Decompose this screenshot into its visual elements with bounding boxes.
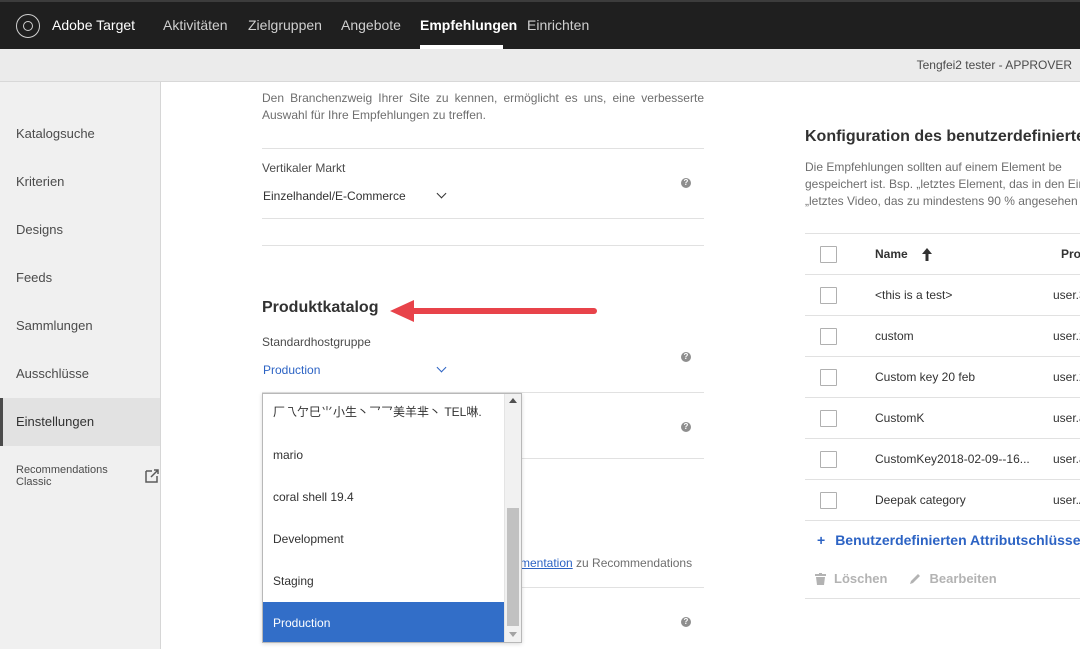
sort-ascending-icon[interactable]	[922, 248, 932, 262]
row-profile: user.a	[1053, 411, 1080, 425]
dropdown-option[interactable]: 厂乁亇巳⺌小生丶乛乛美羊芈丶 TEL啉.	[263, 394, 505, 432]
sidebar-item-kriterien[interactable]: Kriterien	[0, 158, 160, 206]
nav-item-einrichten[interactable]: Einrichten	[527, 17, 589, 33]
red-arrow-annotation	[390, 300, 597, 322]
custom-attributes-table: Name Pro <this is a test> user.3 custom …	[805, 233, 1080, 521]
hostgroup-select[interactable]: Production	[263, 363, 320, 377]
sidebar: Katalogsuche Kriterien Designs Feeds Sam…	[0, 82, 161, 649]
row-profile: user.a	[1053, 452, 1080, 466]
table-actions: Löschen Bearbeiten	[815, 571, 997, 586]
help-icon[interactable]: ?	[681, 422, 691, 432]
dropdown-option[interactable]: Development	[263, 518, 505, 560]
row-name: CustomK	[875, 411, 925, 425]
row-checkbox[interactable]	[820, 410, 837, 427]
hostgroup-dropdown-list[interactable]: 厂乁亇巳⺌小生丶乛乛美羊芈丶 TEL啉. mario coral shell 1…	[262, 393, 522, 643]
sidebar-item-katalogsuche[interactable]: Katalogsuche	[0, 110, 160, 158]
column-header-profile[interactable]: Pro	[1061, 247, 1080, 261]
dropdown-option[interactable]: Staging	[263, 560, 505, 602]
table-row[interactable]: Custom key 20 feb user.2	[805, 357, 1080, 398]
trash-icon	[815, 572, 826, 585]
top-navigation: Adobe Target Aktivitäten Zielgruppen Ang…	[0, 0, 1080, 49]
scrollbar-thumb[interactable]	[507, 508, 519, 626]
column-header-name[interactable]: Name	[875, 247, 908, 261]
row-profile: user.2	[1053, 329, 1080, 343]
documentation-suffix: zu Recommendations	[572, 556, 693, 570]
help-icon[interactable]: ?	[681, 178, 691, 188]
row-name: <this is a test>	[875, 288, 953, 302]
recommendations-classic-link[interactable]: Recommendations Classic	[16, 464, 160, 488]
description-line: Die Empfehlungen sollten auf einem Eleme…	[805, 160, 1062, 174]
delete-label: Löschen	[834, 571, 888, 586]
row-profile: user.2	[1053, 370, 1080, 384]
adobe-target-logo-icon[interactable]	[16, 14, 40, 38]
row-checkbox[interactable]	[820, 287, 837, 304]
sub-header: Tengfei2 tester - APPROVER	[0, 49, 1080, 82]
dropdown-option[interactable]: mario	[263, 434, 505, 476]
documentation-text: mentation zu Recommendations	[520, 556, 692, 570]
description-line: gespeichert ist. Bsp. „letztes Element, …	[805, 177, 1080, 191]
table-row[interactable]: custom user.2	[805, 316, 1080, 357]
dropdown-option-selected[interactable]: Production	[263, 602, 505, 642]
edit-button[interactable]: Bearbeiten	[909, 571, 997, 586]
dropdown-scrollbar[interactable]	[504, 394, 521, 642]
delete-button[interactable]: Löschen	[815, 571, 887, 586]
chevron-down-icon[interactable]	[436, 362, 447, 373]
table-row[interactable]: Deepak category user.A	[805, 480, 1080, 521]
custom-attributes-title: Konfiguration des benutzerdefinierten	[805, 128, 1080, 145]
plus-icon: +	[817, 532, 826, 548]
nav-item-empfehlungen[interactable]: Empfehlungen	[420, 17, 517, 33]
user-role-label[interactable]: Tengfei2 tester - APPROVER	[917, 58, 1072, 72]
edit-label: Bearbeiten	[929, 571, 997, 586]
row-name: custom	[875, 329, 914, 343]
scroll-down-icon[interactable]	[509, 632, 517, 637]
sidebar-item-ausschluesse[interactable]: Ausschlüsse	[0, 350, 160, 398]
external-link-icon	[144, 468, 160, 484]
vertical-description: Den Branchenzweig Ihrer Site zu kennen, …	[262, 91, 704, 122]
vertical-market-label: Vertikaler Markt	[262, 161, 346, 175]
pencil-icon	[910, 573, 921, 584]
table-row[interactable]: CustomKey2018-02-09--16... user.a	[805, 439, 1080, 480]
row-checkbox[interactable]	[820, 328, 837, 345]
divider	[262, 148, 704, 149]
nav-item-angebote[interactable]: Angebote	[341, 17, 401, 33]
app-name: Adobe Target	[52, 17, 136, 33]
row-checkbox[interactable]	[820, 451, 837, 468]
nav-item-aktivitaeten[interactable]: Aktivitäten	[163, 17, 228, 33]
divider	[262, 218, 704, 219]
nav-item-zielgruppen[interactable]: Zielgruppen	[248, 17, 322, 33]
row-checkbox[interactable]	[820, 492, 837, 509]
sidebar-item-designs[interactable]: Designs	[0, 206, 160, 254]
classic-link-label: Recommendations Classic	[16, 464, 108, 488]
help-icon[interactable]: ?	[681, 617, 691, 627]
row-name: Custom key 20 feb	[875, 370, 976, 384]
vertical-market-select[interactable]: Einzelhandel/E-Commerce	[263, 189, 406, 203]
select-all-checkbox[interactable]	[820, 246, 837, 263]
documentation-link[interactable]: mentation	[520, 556, 573, 570]
table-row[interactable]: <this is a test> user.3	[805, 275, 1080, 316]
table-row[interactable]: CustomK user.a	[805, 398, 1080, 439]
row-name: Deepak category	[875, 493, 966, 507]
row-name: CustomKey2018-02-09--16...	[875, 452, 1030, 466]
dropdown-option[interactable]: coral shell 19.4	[263, 476, 505, 518]
row-profile: user.A	[1053, 493, 1080, 507]
custom-attributes-description: Die Empfehlungen sollten auf einem Eleme…	[805, 159, 1080, 210]
description-line: „letztes Video, das zu mindestens 90 % a…	[805, 194, 1080, 208]
sidebar-item-sammlungen[interactable]: Sammlungen	[0, 302, 160, 350]
add-attribute-label: Benutzerdefinierten Attributschlüssel	[835, 532, 1080, 548]
divider	[262, 245, 704, 246]
sidebar-item-einstellungen[interactable]: Einstellungen	[0, 398, 160, 446]
sidebar-item-feeds[interactable]: Feeds	[0, 254, 160, 302]
row-checkbox[interactable]	[820, 369, 837, 386]
chevron-down-icon[interactable]	[436, 188, 447, 199]
help-icon[interactable]: ?	[681, 352, 691, 362]
divider	[805, 598, 1080, 599]
scroll-up-icon[interactable]	[509, 398, 517, 403]
add-custom-attribute-button[interactable]: + Benutzerdefinierten Attributschlüssel	[817, 532, 1080, 548]
hostgroup-label: Standardhostgruppe	[262, 335, 371, 349]
row-profile: user.3	[1053, 288, 1080, 302]
table-header-row: Name Pro	[805, 234, 1080, 275]
product-catalog-title: Produktkatalog	[262, 299, 379, 316]
